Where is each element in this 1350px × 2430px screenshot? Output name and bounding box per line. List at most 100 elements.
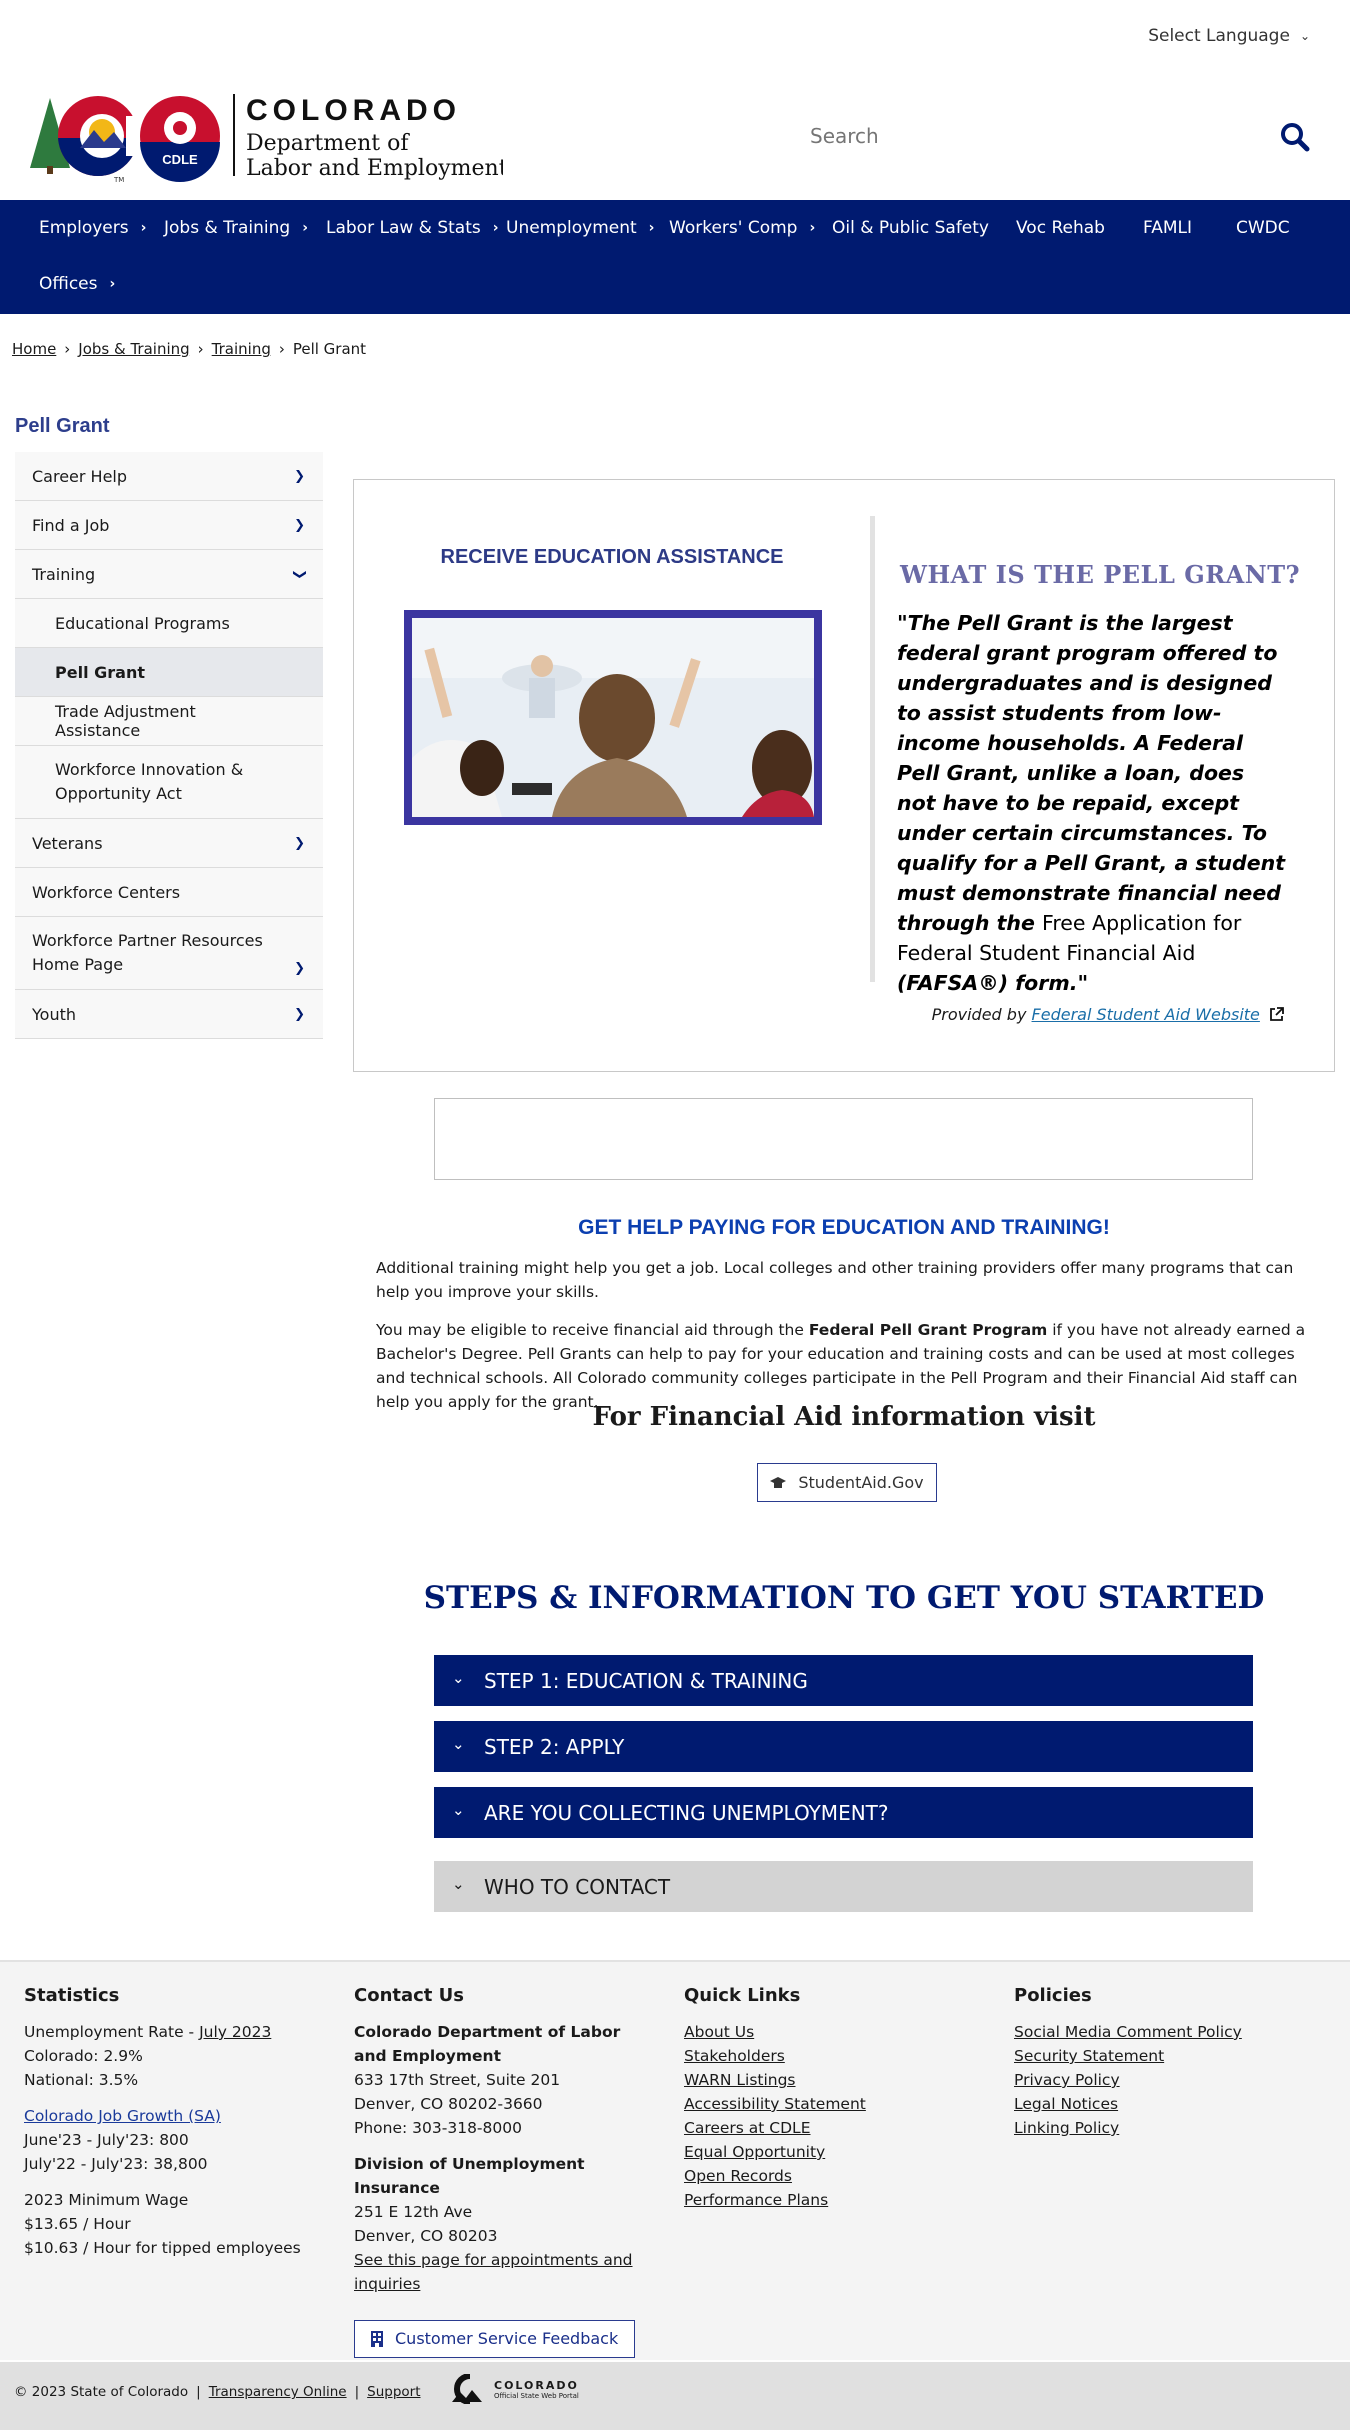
accordion-who-to-contact[interactable]: ⌄ WHO TO CONTACT <box>434 1861 1253 1912</box>
breadcrumb-training[interactable]: Training <box>212 340 271 358</box>
breadcrumb-separator: › <box>64 340 71 358</box>
accordion-step-1[interactable]: ⌄ STEP 1: EDUCATION & TRAINING <box>434 1655 1253 1706</box>
chevron-down-icon: ⌄ <box>1299 29 1310 43</box>
cdle-logo[interactable]: TM CDLE COLORADO Department of Labor and… <box>28 86 508 186</box>
site-footer: Statistics Unemployment Rate - July 2023… <box>0 1960 1350 2360</box>
feature-divider <box>870 516 875 982</box>
sidebar-item-label: Training <box>32 564 96 584</box>
search-icon[interactable] <box>1280 122 1310 152</box>
chevron-right-icon: › <box>302 220 308 236</box>
support-link[interactable]: Support <box>367 2384 420 2400</box>
sidebar-item-pell-grant[interactable]: Pell Grant <box>15 648 323 697</box>
sidebar-item-find-a-job[interactable]: Find a Job ❯ <box>15 501 323 550</box>
sidebar-item-label: Educational Programs <box>55 613 230 633</box>
quick-link-stakeholders[interactable]: Stakeholders <box>684 2047 785 2065</box>
nav-label: Offices <box>39 274 98 294</box>
sidebar-item-label: Youth <box>32 1004 76 1024</box>
policy-link-social-media[interactable]: Social Media Comment Policy <box>1014 2023 1242 2041</box>
customer-feedback-button[interactable]: Customer Service Feedback <box>354 2320 636 2358</box>
footer-heading: Contact Us <box>354 1985 465 2006</box>
nav-item-unemployment[interactable]: Unemployment › <box>506 218 654 238</box>
policy-link-legal[interactable]: Legal Notices <box>1014 2095 1118 2113</box>
sidebar-item-label: Workforce Centers <box>32 882 181 902</box>
nav-label: CWDC <box>1236 218 1290 238</box>
breadcrumb-separator: › <box>197 340 204 358</box>
financial-aid-title: For Financial Aid information visit <box>592 1402 1096 1432</box>
language-select[interactable]: Select Language ⌄ <box>1148 26 1310 46</box>
nav-item-workers-comp[interactable]: Workers' Comp › <box>669 218 815 238</box>
chevron-right-icon: › <box>109 276 116 292</box>
sidebar-item-trade-adjustment[interactable]: Trade Adjustment Assistance <box>15 697 323 746</box>
get-help-heading: GET HELP PAYING FOR EDUCATION AND TRAINI… <box>578 1216 1110 1239</box>
breadcrumb-jobs-training[interactable]: Jobs & Training <box>78 340 189 358</box>
studentaid-gov-button[interactable]: StudentAid.Gov <box>757 1463 937 1502</box>
accordion-label: STEP 2: APPLY <box>484 1734 625 1759</box>
ur-link[interactable]: July 2023 <box>199 2023 271 2041</box>
external-link-icon <box>1270 1007 1284 1021</box>
provided-by-label: Provided by <box>931 1005 1032 1024</box>
graduation-cap-icon <box>770 1476 787 1488</box>
federal-student-aid-link[interactable]: Federal Student Aid Website <box>1032 1005 1260 1024</box>
chevron-right-icon: ❯ <box>294 961 305 976</box>
contact-address-3: 251 E 12th Ave <box>354 2203 473 2221</box>
sidebar-item-veterans[interactable]: Veterans ❯ <box>15 819 323 868</box>
nav-item-jobs-training[interactable]: Jobs & Training › <box>164 218 308 238</box>
logo-dept-line2: Labor and Employment <box>246 156 503 181</box>
nav-label: Voc Rehab <box>1016 218 1105 238</box>
contact-org-2: Division of Unemployment Insurance <box>354 2155 585 2197</box>
customer-feedback-label: Customer Service Feedback <box>395 2329 619 2348</box>
nav-item-famli[interactable]: FAMLI <box>1143 218 1192 238</box>
quick-link-accessibility[interactable]: Accessibility Statement <box>684 2095 866 2113</box>
chevron-right-icon: ❯ <box>294 468 305 484</box>
sidebar-item-label: Workforce Innovation & Opportunity Act <box>55 760 244 803</box>
sidebar-item-wioa[interactable]: Workforce Innovation & Opportunity Act <box>15 746 323 819</box>
sidebar-item-career-help[interactable]: Career Help ❯ <box>15 452 323 501</box>
nav-label: Unemployment <box>506 218 637 238</box>
min-wage-2: $10.63 / Hour for tipped employees <box>24 2239 301 2257</box>
sidebar-item-educational-programs[interactable]: Educational Programs <box>15 599 323 648</box>
logo-state-text: COLORADO <box>246 94 461 127</box>
policy-link-privacy[interactable]: Privacy Policy <box>1014 2071 1120 2089</box>
nav-item-voc-rehab[interactable]: Voc Rehab <box>1016 218 1105 238</box>
policy-link-security[interactable]: Security Statement <box>1014 2047 1164 2065</box>
chevron-right-icon: › <box>492 220 499 236</box>
footer-heading: Quick Links <box>684 1985 801 2006</box>
transparency-online-link[interactable]: Transparency Online <box>209 2384 347 2400</box>
chevron-right-icon: › <box>140 220 147 236</box>
sidebar-item-youth[interactable]: Youth ❯ <box>15 990 323 1039</box>
paragraph-text: You may be eligible to receive financial… <box>376 1321 809 1339</box>
policy-link-linking[interactable]: Linking Policy <box>1014 2119 1119 2137</box>
sidebar-item-training[interactable]: Training ❯ <box>15 550 323 599</box>
quick-link-open-records[interactable]: Open Records <box>684 2167 792 2185</box>
contact-address-1: 633 17th Street, Suite 201 <box>354 2071 561 2089</box>
accordion-step-2[interactable]: ⌄ STEP 2: APPLY <box>434 1721 1253 1772</box>
nav-item-employers[interactable]: Employers › <box>39 218 146 238</box>
nav-item-oil-public-safety[interactable]: Oil & Public Safety <box>832 218 989 238</box>
appointments-link[interactable]: See this page for appointments and inqui… <box>354 2251 633 2293</box>
nav-item-labor-law[interactable]: Labor Law & Stats › <box>326 218 499 238</box>
copyright: © 2023 State of Colorado <box>14 2384 189 2400</box>
search-input[interactable] <box>810 116 1250 156</box>
breadcrumb-separator: › <box>278 340 285 358</box>
get-help-paragraph-1: Additional training might help you get a… <box>376 1259 1294 1301</box>
accordion-unemployment[interactable]: ⌄ ARE YOU COLLECTING UNEMPLOYMENT? <box>434 1787 1253 1838</box>
quick-link-equal-opportunity[interactable]: Equal Opportunity <box>684 2143 825 2161</box>
quick-link-warn[interactable]: WARN Listings <box>684 2071 796 2089</box>
breadcrumb-home[interactable]: Home <box>12 340 56 358</box>
footer-heading: Statistics <box>24 1985 120 2006</box>
sidebar-item-partner-resources[interactable]: Workforce Partner Resources Home Page ❯ <box>15 917 323 990</box>
quick-link-careers[interactable]: Careers at CDLE <box>684 2119 811 2137</box>
nav-label: Labor Law & Stats <box>326 218 481 238</box>
language-label: Select Language <box>1148 26 1290 46</box>
sidebar-item-label: Find a Job <box>32 515 110 535</box>
quick-link-about-us[interactable]: About Us <box>684 2023 754 2041</box>
nav-item-cwdc[interactable]: CWDC <box>1236 218 1290 238</box>
colorado-portal-logo[interactable]: COLORADO Official State Web Portal <box>452 2374 579 2404</box>
sidebar-item-label: Pell Grant <box>55 662 145 682</box>
logo-dept-line1: Department of <box>246 131 410 156</box>
accordion-label: WHO TO CONTACT <box>484 1874 671 1899</box>
nav-item-offices[interactable]: Offices › <box>39 274 115 294</box>
job-growth-link[interactable]: Colorado Job Growth (SA) <box>24 2107 221 2125</box>
quick-link-performance-plans[interactable]: Performance Plans <box>684 2191 828 2209</box>
sidebar-item-workforce-centers[interactable]: Workforce Centers <box>15 868 323 917</box>
